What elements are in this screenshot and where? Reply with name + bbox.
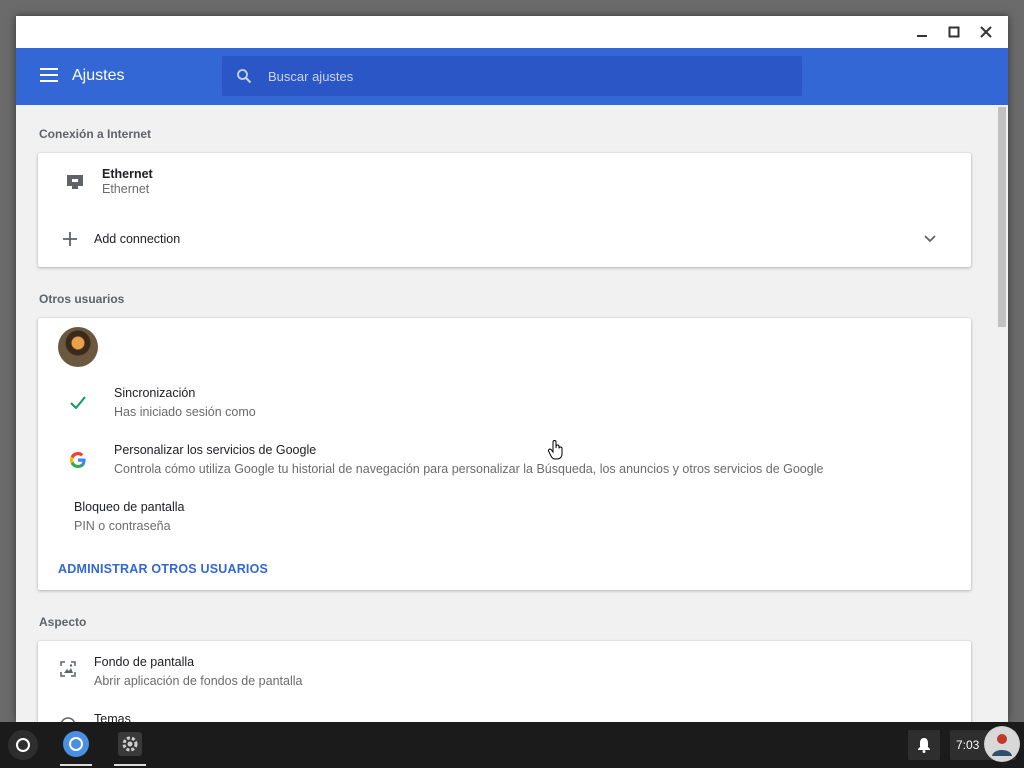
ethernet-row[interactable]: Ethernet Ethernet <box>38 153 971 209</box>
ethernet-icon <box>67 175 83 189</box>
scrollbar-thumb[interactable] <box>998 107 1006 327</box>
bell-icon <box>918 738 930 753</box>
minimize-button[interactable] <box>906 20 938 44</box>
scrollbar[interactable] <box>996 105 1008 722</box>
chevron-down-icon[interactable] <box>924 234 936 244</box>
clock-time: 7:03 <box>956 738 980 752</box>
plus-icon <box>63 232 77 246</box>
shelf-chrome-app[interactable] <box>60 728 92 766</box>
maximize-icon <box>948 26 960 38</box>
app-title: Ajustes <box>72 67 125 84</box>
search-box[interactable] <box>222 56 802 96</box>
google-services-row[interactable]: Personalizar los servicios de Google Con… <box>38 435 971 487</box>
app-header: Ajustes <box>16 48 1008 105</box>
chrome-icon <box>63 731 89 757</box>
sync-row[interactable]: Sincronización Has iniciado sesión como <box>38 378 971 430</box>
sync-title: Sincronización <box>114 386 196 400</box>
google-services-title: Personalizar los servicios de Google <box>114 443 317 457</box>
section-title-appearance: Aspecto <box>39 615 87 629</box>
wallpaper-subtitle: Abrir aplicación de fondos de pantalla <box>94 674 303 688</box>
google-icon <box>70 452 86 468</box>
themes-row[interactable]: Temas <box>38 707 971 722</box>
sync-subtitle: Has iniciado sesión como <box>114 405 256 419</box>
gear-icon <box>118 732 142 756</box>
appearance-card: Fondo de pantalla Abrir aplicación de fo… <box>38 641 971 722</box>
ethernet-subtitle: Ethernet <box>102 182 150 196</box>
shelf-settings-app[interactable] <box>114 728 146 766</box>
settings-window: Ajustes Conexión a Internet Ethernet E <box>16 16 1008 722</box>
settings-content[interactable]: Conexión a Internet Ethernet Ethernet Ad… <box>16 105 1008 722</box>
user-avatar[interactable] <box>58 327 98 367</box>
wallpaper-title: Fondo de pantalla <box>94 655 195 669</box>
screen-lock-title: Bloqueo de pantalla <box>74 500 185 514</box>
launcher-icon <box>16 738 30 752</box>
screen-lock-subtitle: PIN o contraseña <box>74 519 171 533</box>
window-titlebar[interactable] <box>16 16 1008 48</box>
tray-user-avatar[interactable] <box>984 726 1020 762</box>
checkmark-icon <box>70 396 86 409</box>
notifications-button[interactable] <box>908 730 940 760</box>
manage-other-users-link[interactable]: ADMINISTRAR OTROS USUARIOS <box>58 562 268 576</box>
shelf: 7:03 <box>0 722 1024 768</box>
add-connection-label: Add connection <box>94 232 181 246</box>
screen-lock-row[interactable]: Bloqueo de pantalla PIN o contraseña <box>38 492 971 544</box>
search-icon <box>237 69 252 84</box>
users-card: Sincronización Has iniciado sesión como … <box>38 318 971 590</box>
add-connection-row[interactable]: Add connection <box>38 219 971 259</box>
themes-title: Temas <box>94 712 131 722</box>
wallpaper-icon <box>60 661 76 677</box>
ethernet-title: Ethernet <box>102 167 153 181</box>
google-services-subtitle: Controla cómo utiliza Google tu historia… <box>114 462 824 476</box>
wallpaper-row[interactable]: Fondo de pantalla Abrir aplicación de fo… <box>38 649 971 701</box>
section-title-users: Otros usuarios <box>39 292 125 306</box>
user-avatar-icon <box>985 727 1019 761</box>
minimize-icon <box>917 35 927 37</box>
close-icon <box>980 26 992 38</box>
launcher-button[interactable] <box>8 730 38 760</box>
section-title-internet: Conexión a Internet <box>39 127 152 141</box>
menu-icon[interactable] <box>40 68 58 82</box>
hand-cursor-icon <box>547 440 563 460</box>
search-input[interactable] <box>268 68 768 84</box>
internet-card: Ethernet Ethernet Add connection <box>38 153 971 267</box>
close-button[interactable] <box>970 20 1002 44</box>
maximize-button[interactable] <box>938 20 970 44</box>
